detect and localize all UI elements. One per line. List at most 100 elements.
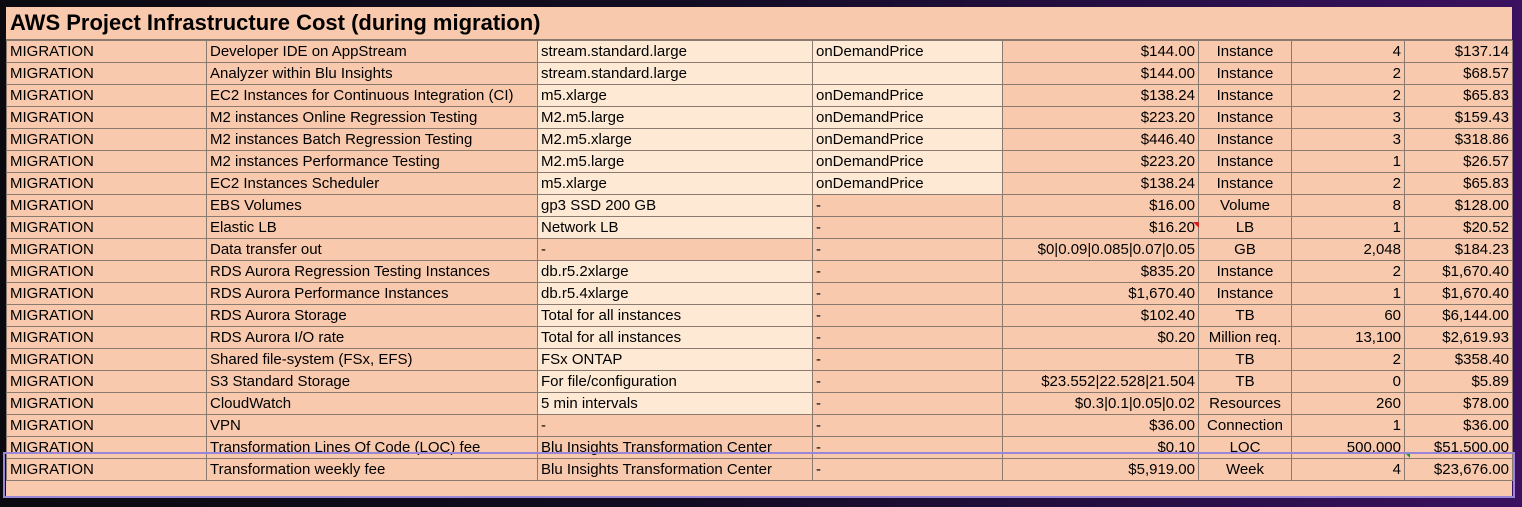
cell-unit-price[interactable]: $446.40 [1002, 128, 1199, 151]
cell-unit[interactable]: Instance [1198, 128, 1292, 151]
cell-service[interactable]: M2 instances Batch Regression Testing [206, 128, 538, 151]
cell-unit[interactable]: Volume [1198, 194, 1292, 217]
cell-type[interactable]: FSx ONTAP [537, 348, 813, 371]
cell-pricing[interactable]: - [812, 392, 1003, 415]
cell-pricing[interactable]: - [812, 304, 1003, 327]
cell-type[interactable]: Total for all instances [537, 304, 813, 327]
cell-unit-price[interactable]: $16.00 [1002, 194, 1199, 217]
cell-service[interactable]: EC2 Instances Scheduler [206, 172, 538, 195]
cell-type[interactable]: M2.m5.large [537, 150, 813, 173]
cell-phase[interactable]: MIGRATION [6, 150, 207, 173]
cell-type[interactable]: M2.m5.xlarge [537, 128, 813, 151]
cell-quantity[interactable]: 60 [1291, 304, 1405, 327]
cell-unit-price[interactable]: $0|0.09|0.085|0.07|0.05 [1002, 238, 1199, 261]
cell-quantity[interactable]: 2 [1291, 84, 1405, 107]
cell-pricing[interactable]: onDemandPrice [812, 150, 1003, 173]
cell-phase[interactable]: MIGRATION [6, 106, 207, 129]
cell-unit-price[interactable]: $23.552|22.528|21.504 [1002, 370, 1199, 393]
cell-quantity[interactable]: 500,000 [1291, 436, 1405, 459]
cell-unit-price[interactable]: $138.24 [1002, 172, 1199, 195]
cell-total[interactable]: $65.83 [1404, 172, 1513, 195]
cell-unit-price[interactable]: $0.20 [1002, 326, 1199, 349]
cell-total[interactable]: $358.40 [1404, 348, 1513, 371]
cell-quantity[interactable]: 260 [1291, 392, 1405, 415]
cell-unit[interactable]: Instance [1198, 282, 1292, 305]
cell-unit-price[interactable]: $0.10 [1002, 436, 1199, 459]
cell-type[interactable]: Total for all instances [537, 326, 813, 349]
cell-phase[interactable]: MIGRATION [6, 216, 207, 239]
cell-pricing[interactable]: onDemandPrice [812, 84, 1003, 107]
cell-pricing[interactable]: - [812, 194, 1003, 217]
cell-unit[interactable]: Resources [1198, 392, 1292, 415]
cell-total[interactable]: $26.57 [1404, 150, 1513, 173]
cell-service[interactable]: M2 instances Online Regression Testing [206, 106, 538, 129]
cell-phase[interactable]: MIGRATION [6, 238, 207, 261]
cell-quantity[interactable]: 3 [1291, 128, 1405, 151]
cell-quantity[interactable]: 1 [1291, 216, 1405, 239]
cell-pricing[interactable]: - [812, 326, 1003, 349]
cell-pricing[interactable]: - [812, 348, 1003, 371]
cell-unit[interactable]: TB [1198, 370, 1292, 393]
cell-phase[interactable]: MIGRATION [6, 84, 207, 107]
cell-total[interactable]: $184.23 [1404, 238, 1513, 261]
cell-service[interactable]: RDS Aurora Regression Testing Instances [206, 260, 538, 283]
cell-service[interactable]: Shared file-system (FSx, EFS) [206, 348, 538, 371]
cell-pricing[interactable]: onDemandPrice [812, 106, 1003, 129]
cell-type[interactable]: stream.standard.large [537, 62, 813, 85]
cell-service[interactable]: Transformation weekly fee [206, 458, 538, 481]
cell-quantity[interactable]: 2 [1291, 260, 1405, 283]
cell-type[interactable]: db.r5.2xlarge [537, 260, 813, 283]
cell-quantity[interactable]: 2,048 [1291, 238, 1405, 261]
cell-total[interactable]: $65.83 [1404, 84, 1513, 107]
cell-pricing[interactable]: - [812, 458, 1003, 481]
cell-phase[interactable]: MIGRATION [6, 40, 207, 63]
cell-total[interactable]: $2,619.93 [1404, 326, 1513, 349]
cell-quantity[interactable]: 13,100 [1291, 326, 1405, 349]
cell-quantity[interactable]: 0 [1291, 370, 1405, 393]
cell-type[interactable]: For file/configuration [537, 370, 813, 393]
cell-phase[interactable]: MIGRATION [6, 172, 207, 195]
cell-total[interactable]: $5.89 [1404, 370, 1513, 393]
cell-unit-price[interactable]: $16.20 [1002, 216, 1199, 239]
cell-service[interactable]: Elastic LB [206, 216, 538, 239]
cell-total[interactable]: $78.00 [1404, 392, 1513, 415]
cell-service[interactable]: RDS Aurora Performance Instances [206, 282, 538, 305]
cell-unit-price[interactable]: $144.00 [1002, 62, 1199, 85]
cell-unit[interactable]: Instance [1198, 62, 1292, 85]
cell-quantity[interactable]: 2 [1291, 62, 1405, 85]
cell-phase[interactable]: MIGRATION [6, 304, 207, 327]
cell-total[interactable]: $36.00 [1404, 414, 1513, 437]
cell-type[interactable]: db.r5.4xlarge [537, 282, 813, 305]
cell-quantity[interactable]: 3 [1291, 106, 1405, 129]
cell-phase[interactable]: MIGRATION [6, 436, 207, 459]
cell-type[interactable]: Network LB [537, 216, 813, 239]
cell-phase[interactable]: MIGRATION [6, 414, 207, 437]
cell-quantity[interactable]: 4 [1291, 458, 1405, 481]
cell-type[interactable]: M2.m5.large [537, 106, 813, 129]
cell-phase[interactable]: MIGRATION [6, 260, 207, 283]
cell-unit[interactable]: Instance [1198, 40, 1292, 63]
cell-pricing[interactable]: onDemandPrice [812, 172, 1003, 195]
cell-service[interactable]: Developer IDE on AppStream [206, 40, 538, 63]
cell-total[interactable]: $68.57 [1404, 62, 1513, 85]
cell-service[interactable]: VPN [206, 414, 538, 437]
cell-service[interactable]: EBS Volumes [206, 194, 538, 217]
cell-type[interactable]: m5.xlarge [537, 172, 813, 195]
cell-quantity[interactable]: 2 [1291, 348, 1405, 371]
cell-unit[interactable]: Instance [1198, 106, 1292, 129]
cell-unit[interactable]: LOC [1198, 436, 1292, 459]
cell-phase[interactable]: MIGRATION [6, 128, 207, 151]
cell-pricing[interactable]: onDemandPrice [812, 128, 1003, 151]
cell-unit-price[interactable]: $138.24 [1002, 84, 1199, 107]
cell-total[interactable]: $51,500.00 [1404, 436, 1513, 459]
cell-total[interactable]: $318.86 [1404, 128, 1513, 151]
cell-unit[interactable]: GB [1198, 238, 1292, 261]
cell-unit[interactable]: Instance [1198, 84, 1292, 107]
cell-phase[interactable]: MIGRATION [6, 326, 207, 349]
cell-unit-price[interactable]: $5,919.00 [1002, 458, 1199, 481]
cell-type[interactable]: gp3 SSD 200 GB [537, 194, 813, 217]
cell-service[interactable]: Analyzer within Blu Insights [206, 62, 538, 85]
cell-unit-price[interactable]: $223.20 [1002, 106, 1199, 129]
cell-unit-price[interactable]: $835.20 [1002, 260, 1199, 283]
cell-phase[interactable]: MIGRATION [6, 458, 207, 481]
